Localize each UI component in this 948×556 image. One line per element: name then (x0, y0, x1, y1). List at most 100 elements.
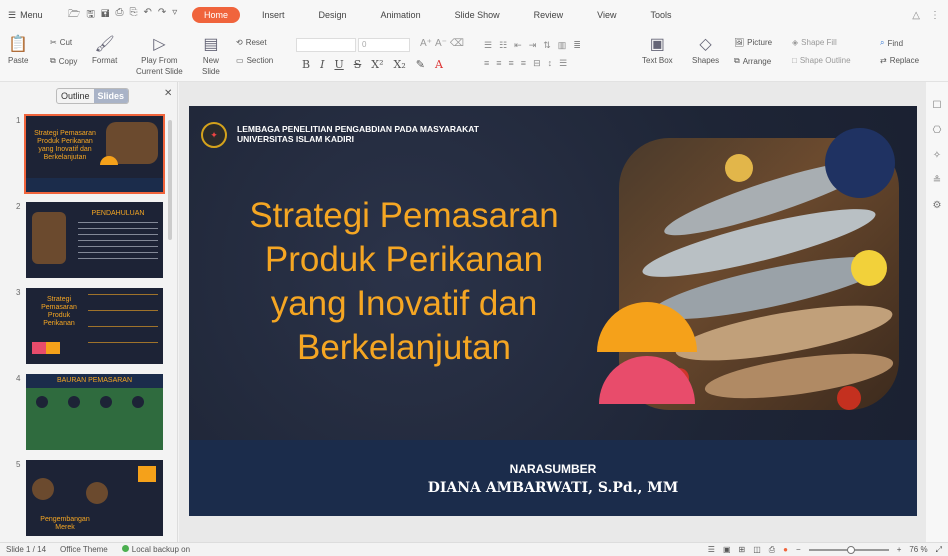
find-button[interactable]: ⌕ Find (880, 38, 903, 48)
slide-thumbnail-3[interactable]: Strategi Pemasaran Produk Perikanan (26, 288, 163, 364)
navy-circle-shape[interactable] (825, 128, 895, 198)
tab-insert[interactable]: Insert (250, 7, 297, 23)
tab-tools[interactable]: Tools (638, 7, 683, 23)
slide-thumbnail-5[interactable]: Pengembangan Merek (26, 460, 163, 536)
reading-view-icon[interactable]: ◫ (753, 545, 761, 554)
slide-thumbnail-1[interactable]: Strategi Pemasaran Produk Perikanan yang… (24, 114, 165, 194)
superscript-icon[interactable]: X² (371, 58, 383, 71)
normal-view-icon[interactable]: ▣ (723, 545, 731, 554)
zoom-slider[interactable] (808, 545, 889, 554)
play-icon: ▷ (153, 36, 166, 53)
print-icon[interactable]: ⎙ (115, 7, 123, 24)
slide-thumbnail-4[interactable]: BAURAN PEMASARAN (26, 374, 163, 450)
customize-icon[interactable]: ▿ (172, 7, 177, 24)
align-text-icon[interactable]: ≣ (573, 40, 581, 51)
outline-tab[interactable]: Outline (57, 89, 94, 103)
shape-fill-button[interactable]: ◈ Shape Fill (792, 38, 837, 47)
play-from-current-button[interactable]: ▷ Play From Current Slide (136, 36, 183, 76)
play-slideshow-icon[interactable]: ● (783, 545, 788, 554)
line-spacing-icon[interactable]: ↕ (548, 58, 553, 69)
zoom-level[interactable]: 76 % (909, 545, 927, 554)
zoom-slider-thumb[interactable] (846, 545, 855, 554)
cut-button[interactable]: ✂ Cut (50, 38, 72, 47)
paste-button[interactable]: 📋 Paste (8, 36, 28, 65)
picture-label: Picture (747, 38, 773, 47)
slides-tab[interactable]: Slides (93, 89, 129, 103)
font-color-icon[interactable]: A (435, 58, 443, 71)
highlight-icon[interactable]: ✎ (416, 58, 425, 71)
copy-icon: ⧉ (50, 56, 56, 65)
theme-name[interactable]: Office Theme (60, 545, 108, 554)
italic-icon[interactable]: I (320, 58, 324, 71)
thumb-text-lines (78, 222, 158, 262)
presenter-icon[interactable]: ⎙ (769, 545, 775, 555)
underline-icon[interactable]: U (334, 58, 343, 71)
open-icon[interactable]: 🗁 (68, 7, 80, 24)
shapes-button[interactable]: ◇ Shapes (692, 36, 719, 65)
thumbnail-row-3: 3 Strategi Pemasaran Produk Perikanan (10, 288, 170, 368)
property-icon[interactable]: ☐ (933, 100, 942, 111)
tab-home[interactable]: Home (192, 7, 241, 23)
align-right-icon[interactable]: ≡ (509, 58, 514, 69)
speaker-name[interactable]: DIANA AMBARWATI, S.Pd., MM (189, 480, 917, 496)
tab-design[interactable]: Design (307, 7, 359, 23)
shape-outline-button[interactable]: □ Shape Outline (792, 56, 851, 65)
section-button[interactable]: ▭ Section (236, 56, 273, 65)
align-left-icon[interactable]: ≡ (484, 58, 489, 69)
zoom-in-icon[interactable]: + (897, 545, 902, 554)
picture-button[interactable]: 🖼 Picture (734, 38, 772, 47)
strikethrough-icon[interactable]: S (354, 58, 362, 71)
outdent-icon[interactable]: ⇤ (514, 40, 522, 51)
tab-review[interactable]: Review (522, 7, 576, 23)
slide-title[interactable]: Strategi Pemasaran Produk Perikanan yang… (209, 194, 599, 370)
reset-button[interactable]: ⟲ Reset (236, 38, 267, 47)
close-icon[interactable]: ✕ (164, 88, 172, 99)
bullets-icon[interactable]: ☰ (484, 40, 492, 51)
slide-layout-icon[interactable]: ≗ (933, 175, 941, 186)
settings-icon[interactable]: ⚙ (933, 200, 942, 211)
menu-button[interactable]: ☰ Menu (0, 10, 62, 21)
narasumber-label[interactable]: NARASUMBER (189, 462, 917, 476)
print-preview-icon[interactable]: ⎘ (129, 7, 137, 24)
columns-icon[interactable]: ▥ (558, 40, 567, 51)
subscript-icon[interactable]: X₂ (394, 58, 406, 71)
backup-status[interactable]: Local backup on (121, 545, 190, 554)
numbering-icon[interactable]: ☷ (499, 40, 507, 51)
notification-icon[interactable]: △ (912, 10, 920, 21)
institution-text[interactable]: LEMBAGA PENELITIAN PENGABDIAN PADA MASYA… (237, 124, 479, 144)
list-style-icon[interactable]: ☰ (559, 58, 567, 69)
text-direction-icon[interactable]: ⇅ (543, 40, 551, 51)
replace-button[interactable]: ⇄ Replace (880, 56, 919, 65)
indent-icon[interactable]: ⇥ (529, 40, 537, 51)
format-painter-button[interactable]: 🖌 Format (92, 36, 117, 65)
notes-icon[interactable]: ☰ (708, 545, 715, 554)
align-center-icon[interactable]: ≡ (496, 58, 501, 69)
fit-window-icon[interactable]: ⤢ (936, 545, 942, 555)
shrink-font-icon[interactable]: A⁻ (435, 38, 447, 49)
tab-slide-show[interactable]: Slide Show (443, 7, 512, 23)
zoom-out-icon[interactable]: − (796, 545, 801, 554)
sorter-view-icon[interactable]: ⊞ (739, 545, 746, 554)
tab-view[interactable]: View (585, 7, 628, 23)
copy-button[interactable]: ⧉ Copy (50, 56, 77, 66)
animation-icon[interactable]: ⎔ (933, 125, 942, 136)
undo-icon[interactable]: ↶ (143, 7, 151, 24)
arrange-button[interactable]: ⧉ Arrange (734, 56, 771, 66)
current-slide[interactable]: ✦ LEMBAGA PENELITIAN PENGABDIAN PADA MAS… (189, 106, 917, 516)
more-icon[interactable]: ⋮ (930, 10, 940, 21)
save-as-icon[interactable]: 🖬 (101, 7, 110, 24)
grow-font-icon[interactable]: A⁺ (420, 38, 432, 49)
bold-icon[interactable]: B (302, 58, 310, 71)
clear-format-icon[interactable]: ⌫ (450, 38, 464, 49)
slide-thumbnail-2[interactable]: PENDAHULUAN (26, 202, 163, 278)
justify-icon[interactable]: ≡ (521, 58, 526, 69)
font-size-select[interactable]: 0 (358, 38, 410, 52)
text-box-button[interactable]: ▣ Text Box (642, 36, 673, 65)
font-family-select[interactable] (296, 38, 356, 52)
tab-animation[interactable]: Animation (369, 7, 433, 23)
redo-icon[interactable]: ↷ (158, 7, 166, 24)
new-slide-button[interactable]: ▤ New Slide (202, 36, 220, 76)
distribute-icon[interactable]: ⊟ (533, 58, 541, 69)
save-icon[interactable]: 🖫 (86, 7, 95, 24)
transition-icon[interactable]: ✧ (933, 150, 941, 161)
